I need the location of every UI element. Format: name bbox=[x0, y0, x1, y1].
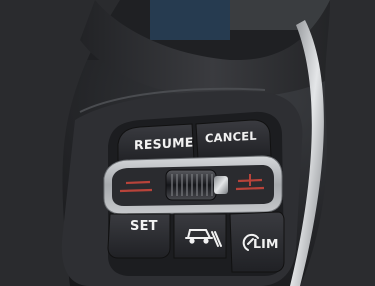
speed-minus-icon bbox=[125, 180, 151, 185]
set-button[interactable]: SET bbox=[130, 219, 158, 234]
limiter-button[interactable]: LIM bbox=[253, 236, 279, 251]
speed-roller bbox=[165, 169, 217, 201]
steering-wheel-photo: RESUME CANCEL SET LIM bbox=[0, 0, 375, 286]
resume-button[interactable]: RESUME bbox=[134, 134, 194, 152]
cancel-button[interactable]: CANCEL bbox=[205, 129, 257, 146]
